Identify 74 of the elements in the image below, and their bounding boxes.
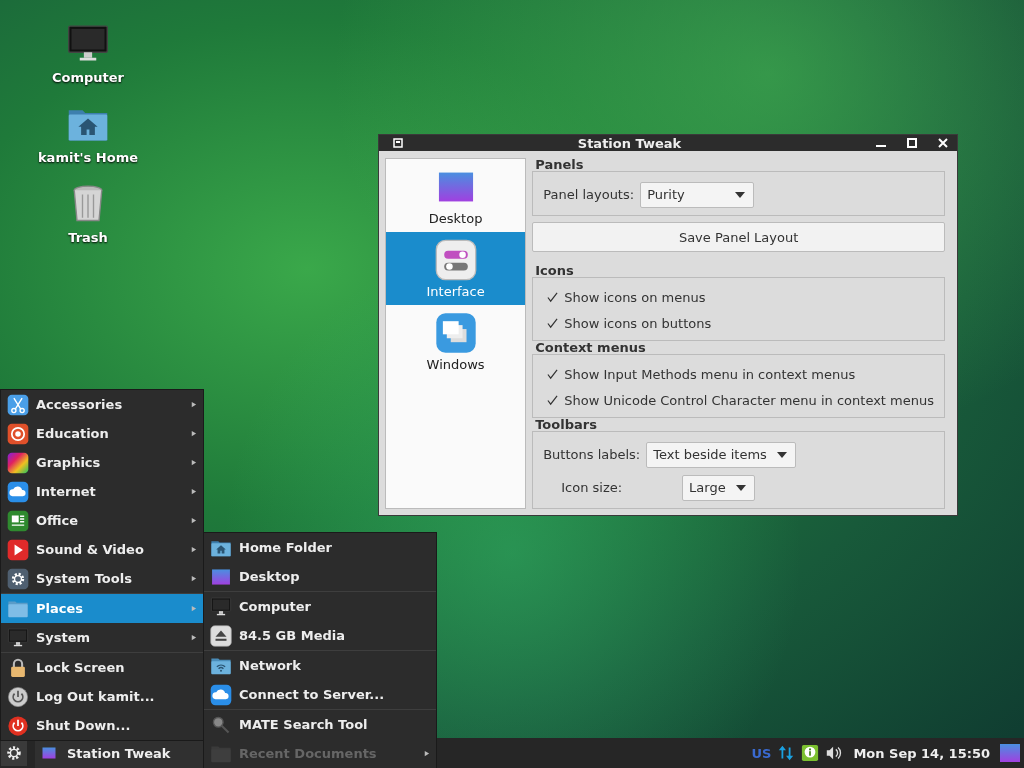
monitor-icon <box>210 595 232 618</box>
section-title: Toolbars <box>534 418 598 431</box>
menu-item[interactable]: Lock Screen <box>1 653 203 682</box>
caret-icon <box>735 484 746 491</box>
cloud-icon <box>7 480 29 503</box>
close-icon[interactable] <box>937 137 949 149</box>
menu-item[interactable]: Log Out kamit... <box>1 682 203 711</box>
power-icon <box>7 685 29 708</box>
caret-icon <box>735 191 746 198</box>
maximize-icon[interactable] <box>906 137 918 149</box>
color-swatch-icon <box>7 451 29 474</box>
checkmark-icon <box>547 317 559 329</box>
network-arrows-icon[interactable] <box>777 744 796 762</box>
menu-item[interactable]: Network <box>204 651 436 680</box>
checkbox-option[interactable]: Show Input Methods menu in context menus <box>547 361 934 387</box>
eject-icon <box>210 624 232 647</box>
field-label: Icon size: <box>561 480 623 495</box>
dropdown[interactable]: Large <box>682 474 755 501</box>
dropdown[interactable]: Text beside items <box>646 441 796 468</box>
menu-item[interactable]: Connect to Server... <box>204 680 436 709</box>
menu-item[interactable]: System <box>1 623 203 652</box>
checkmark-icon <box>547 394 559 406</box>
save-panel-layout-button[interactable]: Save Panel Layout <box>532 222 945 252</box>
menu-item[interactable]: Places <box>1 594 203 623</box>
play-icon <box>7 538 29 561</box>
window-title: Station Tweak <box>576 135 683 151</box>
menu-item[interactable]: MATE Search Tool <box>204 710 436 739</box>
checkbox-option[interactable]: Show icons on buttons <box>547 310 934 336</box>
volume-icon[interactable] <box>825 744 844 762</box>
section-title: Context menus <box>534 341 647 354</box>
checkmark-icon <box>547 291 559 303</box>
clock[interactable]: Mon Sep 14, 15:50 <box>853 745 990 761</box>
gear-icon <box>7 567 29 590</box>
field-label: Buttons labels: <box>543 447 641 462</box>
caret-icon <box>776 451 787 458</box>
field-label: Panel layouts: <box>543 187 635 202</box>
workspace-switcher-icon[interactable] <box>1000 743 1020 763</box>
target-icon <box>7 422 29 445</box>
checkbox-option[interactable]: Show icons on menus <box>547 284 934 310</box>
desktop-icon-label[interactable]: Computer <box>52 70 124 85</box>
toggle-switch-icon <box>434 238 477 281</box>
menu-item[interactable]: Computer <box>204 592 436 621</box>
sidebar-item[interactable]: Desktop <box>386 159 526 232</box>
main-menu-button[interactable] <box>1 740 27 766</box>
desktop-icon-label[interactable]: kamit's Home <box>37 150 139 165</box>
section-title: Panels <box>534 158 585 171</box>
sidebar-item[interactable]: Windows <box>386 305 526 378</box>
checkbox-option[interactable]: Show Unicode Control Character menu in context menus <box>547 387 934 413</box>
sidebar-item[interactable]: Interface <box>386 232 526 305</box>
menu-item[interactable]: System Tools <box>1 564 203 593</box>
power-icon <box>7 714 29 737</box>
info-icon[interactable] <box>801 744 820 762</box>
menu-item[interactable]: Office <box>1 506 203 535</box>
document-icon <box>7 509 29 532</box>
menu-item[interactable]: Home Folder <box>204 533 436 562</box>
gear-icon <box>5 744 23 762</box>
window-menu-icon[interactable] <box>393 138 403 148</box>
menu-item[interactable]: Accessories <box>1 390 203 419</box>
menu-item[interactable]: Graphics <box>1 448 203 477</box>
menu-item[interactable]: Desktop <box>204 562 436 591</box>
menu-item[interactable]: Internet <box>1 477 203 506</box>
checkmark-icon <box>547 368 559 380</box>
monitor-icon <box>7 626 29 649</box>
menu-item[interactable]: 84.5 GB Media <box>204 621 436 650</box>
gradient-square-icon <box>41 745 57 761</box>
menu-item[interactable]: Education <box>1 419 203 448</box>
menu-item[interactable]: Shut Down... <box>1 711 203 740</box>
cloud-icon <box>210 683 232 706</box>
dropdown[interactable]: Purity <box>640 181 755 208</box>
scissors-icon <box>7 393 29 416</box>
window-stack-icon <box>434 311 477 354</box>
desktop-icon-label[interactable]: Trash <box>68 230 108 245</box>
menu-item[interactable]: Sound & Video <box>1 535 203 564</box>
section-title: Icons <box>534 264 575 277</box>
